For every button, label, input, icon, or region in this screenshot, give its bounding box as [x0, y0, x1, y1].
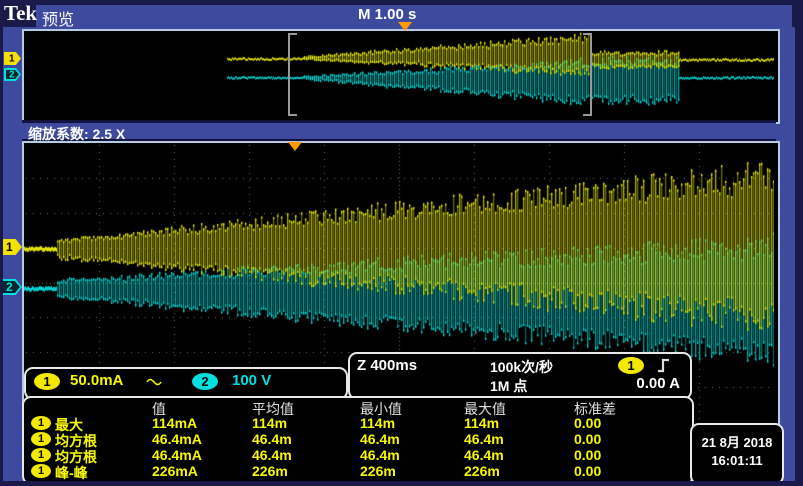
sample-rate-readout: 100k次/秒	[490, 357, 553, 377]
measurement-value: 114mA	[152, 415, 197, 431]
overview-ch1-marker[interactable]: 1	[4, 52, 21, 65]
zoom-window-right-bracket[interactable]	[583, 33, 592, 116]
tek-logo: Tek	[4, 1, 37, 26]
measurement-value: 226mA	[152, 463, 198, 479]
measurement-value: 46.4mA	[152, 447, 202, 463]
measurement-max: 114m	[464, 415, 499, 431]
acquisition-trigger-readout-box: Z 400ms 100k次/秒 1M 点 1 0.00 A	[348, 352, 692, 400]
oscilloscope-screen: Tek 预览 M 1.00 s 1 2 缩放系数: 2.5 X 1 2 1	[0, 0, 803, 486]
row-channel-tag: 1	[31, 464, 51, 478]
measurement-mean: 114m	[252, 415, 287, 431]
screen-edge-left	[0, 0, 3, 486]
overview-ch2-marker[interactable]: 2	[4, 68, 21, 81]
measurement-min: 114m	[360, 415, 395, 431]
acquisition-mode-label: 预览	[42, 6, 74, 30]
table-row: 1 最大 114mA 114m 114m 114m 0.00	[24, 415, 692, 431]
ch1-tag[interactable]: 1	[34, 373, 60, 390]
measurement-stddev: 0.00	[574, 447, 601, 463]
trigger-level-readout[interactable]: 0.00 A	[636, 375, 680, 392]
table-row: 1 峰-峰 226mA 226m 226m 226m 0.00	[24, 463, 692, 479]
measurement-name: 峰-峰	[55, 463, 88, 483]
zoom-factor-bar-background: 缩放系数: 2.5 X	[22, 123, 776, 139]
row-channel-tag: 1	[31, 416, 51, 430]
table-row: 1 均方根 46.4mA 46.4m 46.4m 46.4m 0.00	[24, 431, 692, 447]
measurement-stddev: 0.00	[574, 463, 601, 479]
trigger-source-tag[interactable]: 1	[618, 357, 644, 374]
time-readout: 16:01:11	[692, 453, 782, 468]
main-ch1-marker[interactable]: 1	[1, 239, 22, 255]
measurement-max: 46.4m	[464, 431, 504, 447]
measurement-mean: 46.4m	[252, 447, 292, 463]
measurement-value: 46.4mA	[152, 431, 202, 447]
measurement-min: 46.4m	[360, 447, 400, 463]
measurement-mean: 46.4m	[252, 431, 292, 447]
measurement-mean: 226m	[252, 463, 288, 479]
overview-waveform-canvas	[24, 31, 774, 118]
ch2-tag[interactable]: 2	[192, 373, 218, 390]
row-channel-tag: 1	[31, 448, 51, 462]
zoom-window-left-bracket[interactable]	[288, 33, 297, 116]
sine-wave-icon	[146, 377, 162, 388]
screen-edge-bottom	[0, 481, 803, 486]
rising-edge-icon	[656, 358, 671, 373]
expansion-point-marker-icon[interactable]	[288, 142, 302, 151]
main-ch2-marker[interactable]: 2	[1, 279, 22, 295]
date-readout: 21 8月 2018	[692, 432, 782, 451]
screen-edge-right	[795, 0, 803, 486]
ch2-scale-readout[interactable]: 100 V	[232, 372, 271, 389]
record-overview-window	[22, 29, 780, 124]
measurement-stddev: 0.00	[574, 415, 601, 431]
trigger-position-marker-icon[interactable]	[398, 22, 412, 31]
record-length-readout: 1M 点	[490, 376, 527, 396]
zoom-factor-bar: 缩放系数: 2.5 X	[22, 120, 776, 141]
row-channel-tag: 1	[31, 432, 51, 446]
measurement-max: 226m	[464, 463, 500, 479]
table-row: 1 均方根 46.4mA 46.4m 46.4m 46.4m 0.00	[24, 447, 692, 463]
datetime-box: 21 8月 2018 16:01:11	[690, 423, 784, 485]
ch1-scale-readout[interactable]: 50.0mA	[70, 372, 123, 389]
measurement-min: 226m	[360, 463, 396, 479]
measurement-min: 46.4m	[360, 431, 400, 447]
measurements-table: 值 平均值 最小值 最大值 标准差 1 最大 114mA 114m 114m 1…	[22, 396, 694, 485]
main-timebase-readout[interactable]: M 1.00 s	[358, 6, 416, 23]
measurement-max: 46.4m	[464, 447, 504, 463]
zoom-timebase-readout[interactable]: Z 400ms	[357, 357, 417, 374]
measurement-stddev: 0.00	[574, 431, 601, 447]
